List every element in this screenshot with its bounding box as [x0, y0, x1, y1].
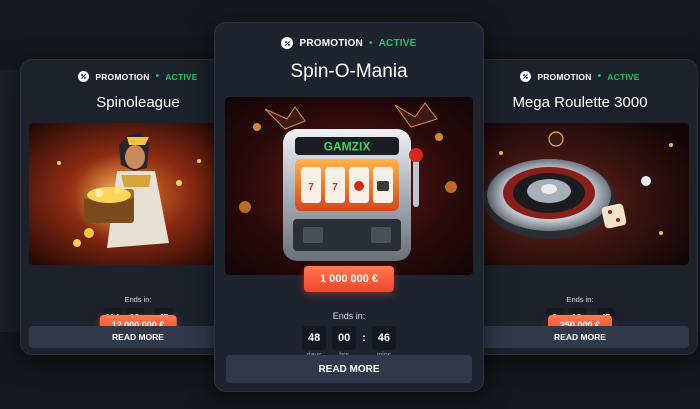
- badge-label: PROMOTION: [299, 37, 363, 49]
- badge-label: PROMOTION: [95, 71, 150, 82]
- badge-separator: •: [155, 71, 160, 82]
- svg-text:7: 7: [332, 182, 338, 193]
- badge-separator: •: [597, 71, 602, 82]
- promotion-badge: PROMOTION • ACTIVE: [215, 37, 483, 49]
- badge-label: PROMOTION: [537, 71, 592, 82]
- read-more-button[interactable]: READ MORE: [226, 355, 472, 383]
- status-label: ACTIVE: [607, 71, 640, 82]
- promotion-card-spin-o-mania[interactable]: PROMOTION • ACTIVE Spin-O-Mania GAMZIX 7…: [214, 22, 484, 392]
- card-title: Spin-O-Mania: [290, 61, 408, 82]
- percent-icon: [281, 37, 294, 49]
- prize-amount: 1 000 000 €: [303, 266, 395, 292]
- gamzix-logo-text: GAMZIX: [324, 140, 371, 154]
- timer-minutes: 46: [371, 326, 396, 350]
- ends-in-label: Ends in:: [332, 311, 366, 321]
- promo-image-slot-machine: GAMZIX 7 7: [225, 97, 473, 275]
- badge-separator: •: [368, 37, 373, 49]
- read-more-button[interactable]: READ MORE: [471, 326, 689, 348]
- percent-icon: [78, 71, 90, 82]
- promotion-badge: PROMOTION • ACTIVE: [463, 71, 697, 82]
- card-title: Mega Roulette 3000: [512, 94, 648, 111]
- status-label: ACTIVE: [378, 37, 417, 49]
- timer-hours: 00: [332, 326, 357, 350]
- timer-days: 48: [302, 326, 327, 350]
- timer-colon: :: [362, 332, 366, 344]
- percent-icon: [520, 71, 532, 82]
- promo-image-roulette: [471, 123, 689, 265]
- ends-in-label: Ends in:: [566, 295, 594, 304]
- promotion-card-mega-roulette[interactable]: PROMOTION • ACTIVE Mega Roulette 3000 25…: [462, 59, 698, 355]
- status-label: ACTIVE: [165, 71, 198, 82]
- svg-text:7: 7: [308, 182, 314, 193]
